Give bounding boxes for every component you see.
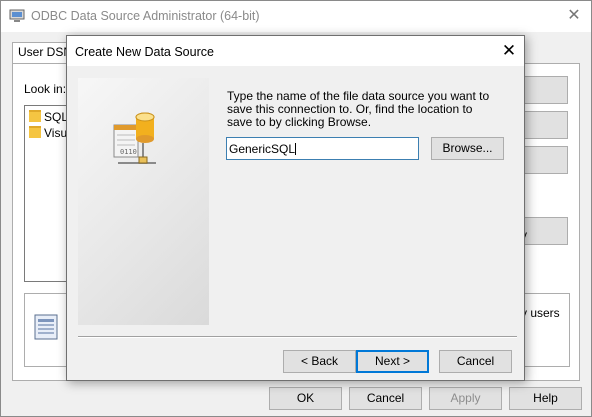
look-in-label: Look in:	[24, 82, 67, 96]
instruction-text: Type the name of the file data source yo…	[227, 89, 490, 129]
create-data-source-dialog: Create New Data Source ✕ 0110 Type the n…	[66, 35, 525, 381]
database-icon: 0110	[110, 111, 158, 178]
wizard-graphic: 0110	[78, 78, 209, 325]
filename-input[interactable]: GenericSQL	[226, 137, 419, 160]
side-button[interactable]	[522, 146, 568, 174]
list-item[interactable]: SQL	[25, 106, 68, 124]
dialog-title: Create New Data Source	[75, 45, 214, 59]
list-item[interactable]: Visua	[25, 124, 68, 140]
graphic-label: 0110	[120, 148, 137, 156]
side-button[interactable]	[522, 217, 568, 245]
bg-cancel-button[interactable]: Cancel	[349, 387, 422, 410]
ok-button[interactable]: OK	[269, 387, 342, 410]
close-icon[interactable]: ✕	[563, 5, 585, 27]
dialog-titlebar: Create New Data Source ✕	[67, 36, 524, 66]
odbc-titlebar: ODBC Data Source Administrator (64-bit) …	[1, 1, 591, 32]
folder-label: Visua	[44, 126, 68, 140]
filename-value: GenericSQL	[229, 142, 296, 156]
data-source-icon	[33, 312, 63, 345]
back-button[interactable]: < Back	[283, 350, 356, 373]
side-button[interactable]	[522, 111, 568, 139]
cancel-button[interactable]: Cancel	[439, 350, 512, 373]
folder-list[interactable]: SQL Visua	[24, 105, 69, 282]
help-button[interactable]: Help	[509, 387, 582, 410]
info-text: y users	[521, 306, 560, 320]
tab-user-dsn[interactable]: User DSN	[12, 42, 72, 64]
side-button[interactable]	[522, 76, 568, 104]
browse-button[interactable]: Browse...	[431, 137, 504, 160]
text-caret	[295, 143, 297, 155]
next-button[interactable]: Next >	[356, 350, 429, 373]
close-icon[interactable]: ✕	[497, 40, 521, 62]
odbc-window-title: ODBC Data Source Administrator (64-bit)	[31, 9, 260, 23]
folder-icon	[29, 110, 41, 122]
apply-button[interactable]: Apply	[429, 387, 502, 410]
odbc-app-icon	[9, 9, 25, 26]
folder-label: SQL	[44, 110, 68, 124]
dialog-divider	[78, 336, 517, 338]
folder-icon	[29, 126, 41, 138]
